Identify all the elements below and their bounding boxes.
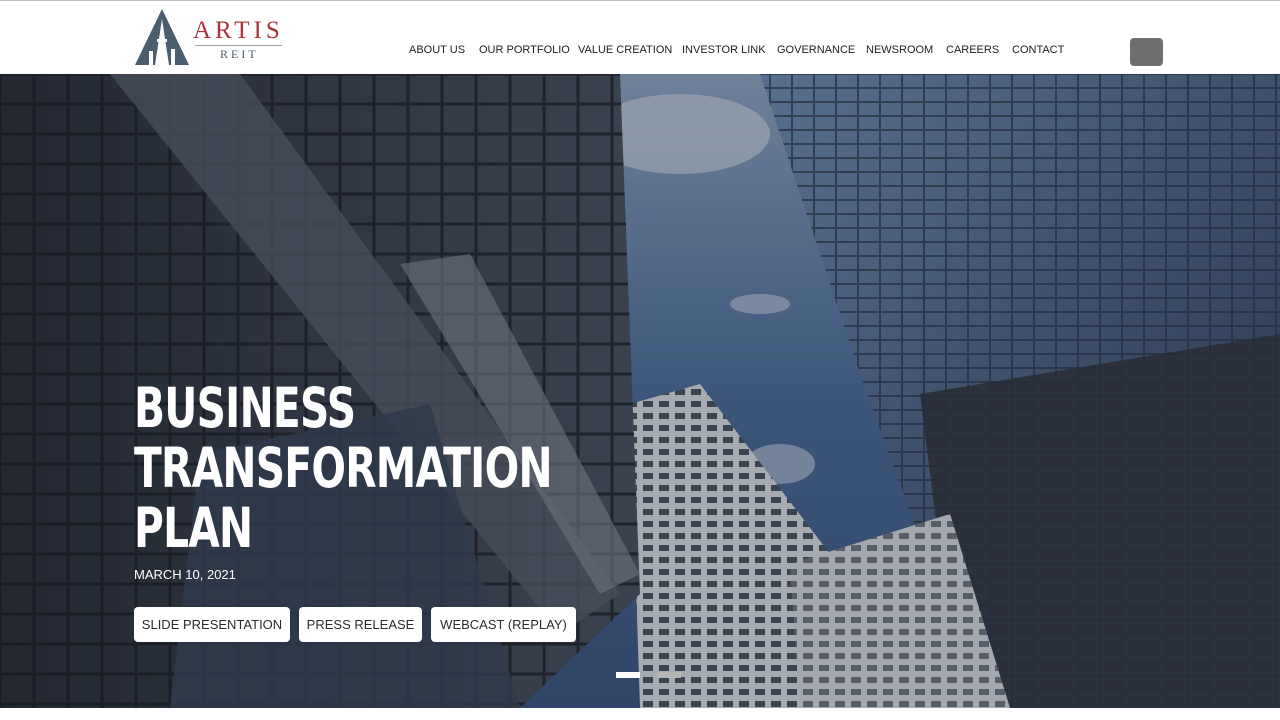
slide-presentation-button[interactable]: SLIDE PRESENTATION [134, 607, 290, 642]
nav-item-contact[interactable]: CONTACT [1012, 44, 1064, 56]
nav-item-our-portfolio[interactable]: OUR PORTFOLIO [479, 44, 570, 56]
hero-title-line: TRANSFORMATION [134, 436, 553, 500]
nav-item-value-creation[interactable]: VALUE CREATION [578, 44, 672, 56]
hero-title-line: BUSINESS [134, 376, 356, 440]
main-nav: ABOUT US OUR PORTFOLIO VALUE CREATION IN… [0, 44, 1280, 58]
slide-indicator[interactable] [657, 672, 681, 678]
page-bottom-strip [0, 708, 1280, 720]
hero-date: MARCH 10, 2021 [134, 567, 236, 582]
site-header: ARTIS REIT ABOUT US OUR PORTFOLIO VALUE … [0, 1, 1280, 74]
nav-item-careers[interactable]: CAREERS [946, 44, 999, 56]
nav-item-about-us[interactable]: ABOUT US [409, 44, 465, 56]
press-release-button[interactable]: PRESS RELEASE [299, 607, 422, 642]
nav-item-governance[interactable]: GOVERNANCE [777, 44, 855, 56]
nav-item-investor-link[interactable]: INVESTOR LINK [682, 44, 766, 56]
logo-name: ARTIS [193, 17, 284, 44]
hero-title: BUSINESS TRANSFORMATION PLAN [134, 376, 553, 560]
hero-title-line: PLAN [134, 496, 253, 560]
slide-indicator-active[interactable] [616, 672, 640, 678]
nav-item-newsroom[interactable]: NEWSROOM [866, 44, 933, 56]
search-button[interactable] [1130, 38, 1163, 66]
webcast-replay-button[interactable]: WEBCAST (REPLAY) [431, 607, 576, 642]
